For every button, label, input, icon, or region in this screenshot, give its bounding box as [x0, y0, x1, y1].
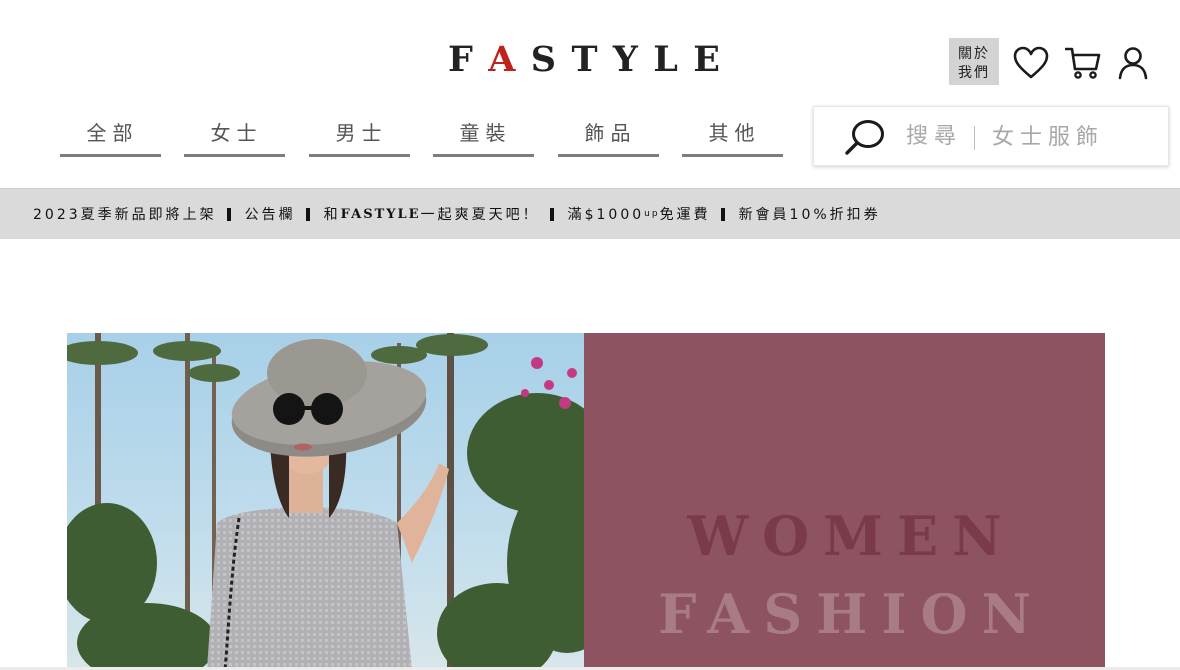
announcement-item: 一起爽夏天吧！	[420, 207, 540, 223]
tab-kids[interactable]: 童裝	[433, 116, 534, 157]
search-label: 搜尋	[906, 124, 963, 149]
announcement-bar: 2023夏季新品即將上架 公告欄 和 FASTYLE 一起爽夏天吧！ 滿$1000 u…	[0, 188, 1180, 239]
hero-heading-line1: WOMEN	[687, 504, 1016, 568]
logo-letter: E	[693, 39, 720, 80]
tab-all[interactable]: 全部	[60, 116, 161, 157]
hero-photo	[67, 333, 584, 670]
hero-panel: WOMEN FASHION	[584, 333, 1105, 670]
cart-button[interactable]	[1065, 46, 1101, 80]
announcement-separator	[549, 207, 554, 221]
search-divider	[974, 126, 975, 150]
about-us-button[interactable]: 關於 我們	[949, 38, 999, 85]
hero-photo-illustration	[67, 333, 584, 670]
about-us-label-line2: 我們	[958, 64, 990, 81]
announcement-item: 和	[323, 207, 341, 223]
logo-letter: L	[653, 39, 678, 80]
wishlist-button[interactable]	[1013, 46, 1049, 80]
announcement-small: up	[644, 209, 660, 219]
announcement-item: 公告欄	[244, 207, 296, 223]
announcement-separator	[305, 207, 310, 221]
site-logo[interactable]: F A S T Y L E	[448, 40, 720, 80]
tab-women[interactable]: 女士	[184, 116, 285, 157]
logo-letter-accent: A	[488, 39, 516, 80]
announcement-separator	[226, 207, 231, 221]
hero-heading-line2: FASHION	[658, 582, 1045, 646]
tab-accessories[interactable]: 飾品	[558, 116, 659, 157]
logo-letter: T	[571, 39, 598, 80]
cart-icon	[1065, 47, 1101, 79]
search-box: 搜尋	[813, 106, 1169, 166]
page: F A S T Y L E 關於 我們 全部 女士 男士 童裝 飾品 其他 搜尋…	[0, 0, 1180, 670]
about-us-label-line1: 關於	[958, 45, 990, 62]
announcement-item: 免運費	[659, 207, 711, 223]
logo-letter: Y	[612, 39, 638, 80]
announcement-separator	[720, 207, 725, 221]
announcement-item: 新會員10%折扣券	[738, 207, 881, 223]
announcement-brand: FASTYLE	[340, 206, 421, 222]
tab-men[interactable]: 男士	[309, 116, 410, 157]
hero-banner[interactable]: WOMEN FASHION	[67, 333, 1105, 670]
heart-icon	[1013, 46, 1049, 79]
category-nav: 全部 女士 男士 童裝 飾品 其他	[60, 116, 784, 158]
tab-other[interactable]: 其他	[682, 116, 783, 157]
announcement-item: 2023夏季新品即將上架	[33, 207, 217, 223]
user-icon	[1118, 47, 1148, 80]
search-input[interactable]	[992, 119, 1162, 155]
logo-letter: F	[448, 39, 473, 80]
search-icon[interactable]	[844, 118, 886, 156]
logo-letter: S	[530, 39, 557, 80]
account-button[interactable]	[1117, 46, 1149, 80]
announcement-item: 滿$1000	[567, 207, 645, 223]
